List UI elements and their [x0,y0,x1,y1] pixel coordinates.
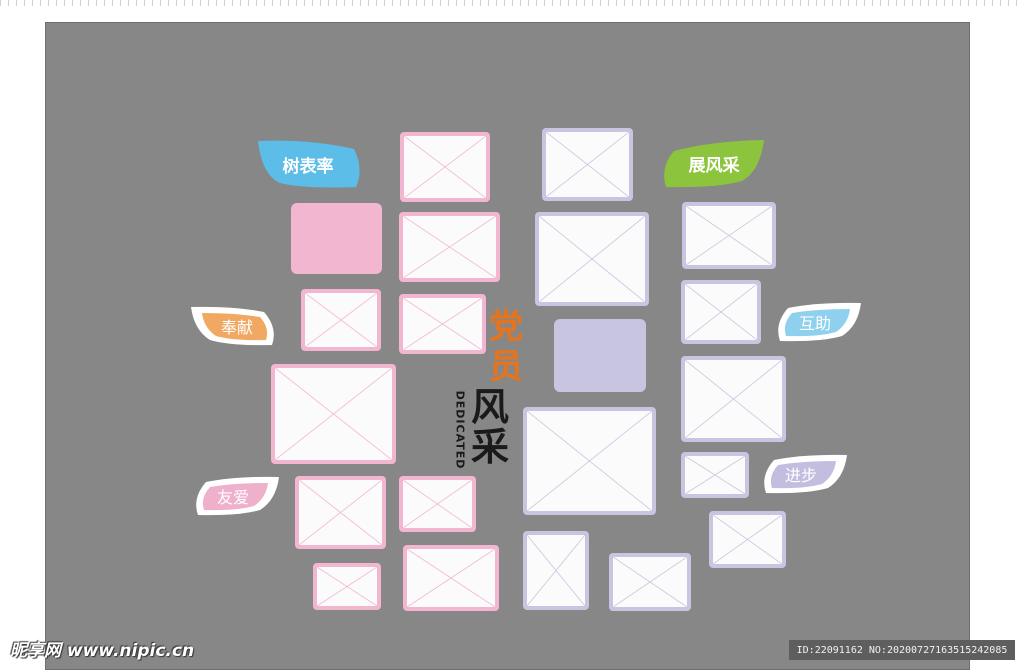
photo-frame [535,212,649,306]
placeholder-cross-icon [686,206,772,265]
photo-frame [399,294,486,354]
placeholder-cross-icon [613,557,687,607]
title-char-feng: 风 [471,384,510,429]
placeholder-cross-icon [527,411,652,511]
photo-frame [523,407,656,515]
top-ruler [0,0,1024,6]
placeholder-cross-icon [403,480,472,528]
title-english: DEDICATED [452,390,468,470]
photo-frame [542,128,633,201]
leaf-text: 进步 [784,466,817,485]
placeholder-cross-icon [317,567,377,606]
leaf-label-youai: 友爱 [194,476,280,516]
title-char-dang: 党 [489,307,523,347]
watermark-site: 昵享网 www.nipic.cn [10,641,195,661]
leaf-label-shubiaoshuai: 树表率 [256,139,360,189]
placeholder-cross-icon [685,284,757,340]
pink-solid-block [291,203,382,274]
placeholder-cross-icon [713,515,782,564]
placeholder-cross-icon [305,293,377,347]
placeholder-cross-icon [546,132,629,197]
title-english-text: DEDICATED [453,390,467,470]
photo-frame [709,511,786,568]
watermark-id: ID:22091162 NO:20200727163515242085 [789,640,1015,660]
placeholder-cross-icon [527,535,585,606]
leaf-label-huzhu: 互助 [776,302,862,342]
placeholder-cross-icon [407,549,495,607]
lavender-solid-block [554,319,646,392]
leaf-text: 树表率 [282,156,334,177]
placeholder-cross-icon [685,456,745,494]
photo-frame [681,452,749,498]
leaf-text: 互助 [798,314,831,333]
placeholder-cross-icon [539,216,645,302]
leaf-label-fengxian: 奉献 [190,306,276,346]
leaf-text: 友爱 [216,488,249,507]
photo-frame [400,132,490,202]
placeholder-cross-icon [275,368,392,460]
photo-frame [609,553,691,611]
title-char-cai: 采 [471,424,510,469]
placeholder-cross-icon [404,136,486,198]
photo-frame [313,563,381,610]
leaf-label-zhanfengcai: 展风采 [662,139,766,188]
photo-frame [681,356,786,442]
photo-frame [682,202,776,269]
photo-frame [681,280,761,344]
placeholder-cross-icon [403,216,496,278]
photo-frame [295,476,386,549]
placeholder-cross-icon [403,298,482,350]
leaf-text: 展风采 [688,156,740,176]
placeholder-cross-icon [299,480,382,545]
photo-frame [399,476,476,532]
photo-frame [523,531,589,610]
title-char-yuan: 员 [489,347,523,387]
photo-frame [301,289,381,351]
leaf-text: 奉献 [220,318,253,337]
photo-frame [403,545,499,611]
photo-frame [399,212,500,282]
leaf-label-jinbu: 进步 [762,454,848,494]
photo-frame [271,364,396,464]
placeholder-cross-icon [685,360,782,438]
